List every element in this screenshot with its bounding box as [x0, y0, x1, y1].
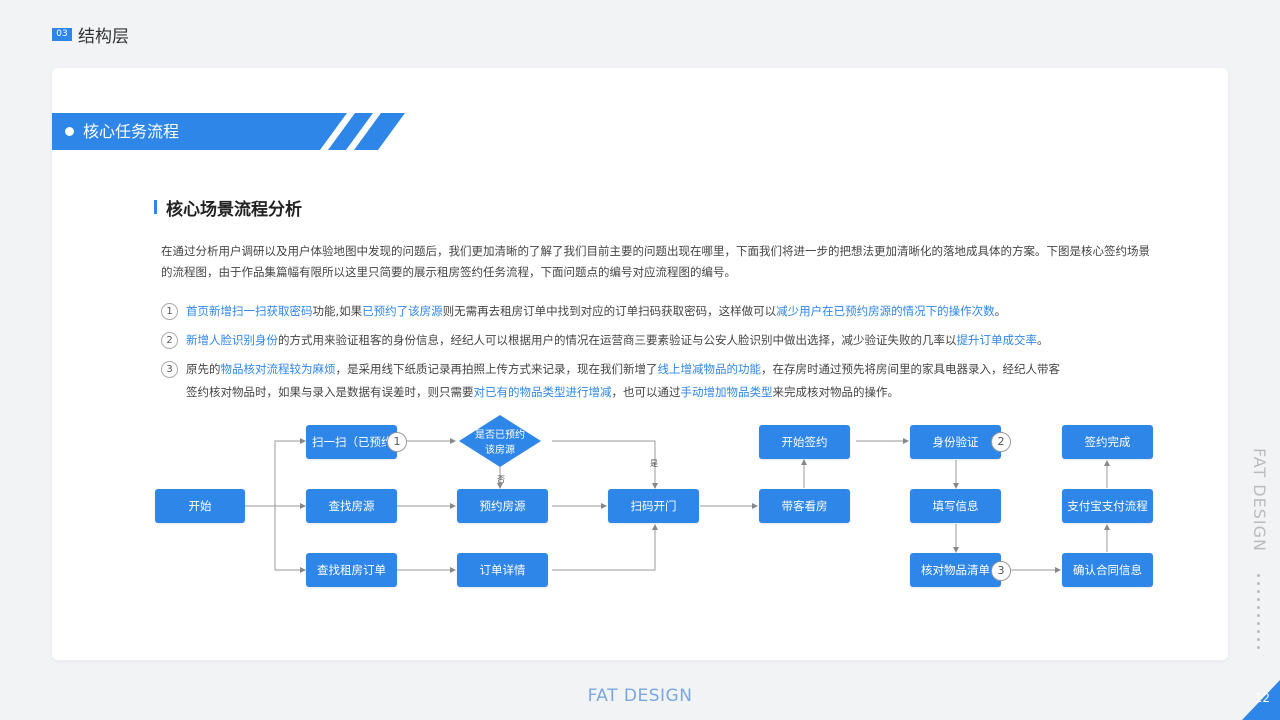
- decision-line-1: 是否已预约: [475, 430, 525, 441]
- highlight-text: 线上增减物品的功能: [657, 362, 762, 376]
- point-number: 2: [161, 332, 178, 349]
- body-text: ，也可以通过: [611, 385, 681, 399]
- body-text: 。: [1037, 333, 1049, 347]
- side-brand-text: FAT DESIGN: [1250, 448, 1269, 552]
- flow-reserve: 预约房源: [457, 489, 548, 523]
- banner-dot: [65, 127, 74, 136]
- flow-order-detail: 订单详情: [457, 553, 548, 587]
- highlight-text: 物品核对流程较为麻烦: [220, 362, 336, 376]
- section-number: 03: [52, 27, 72, 41]
- flow-scan-open: 扫码开门: [608, 489, 699, 523]
- flow-fill-info: 填写信息: [910, 489, 1001, 523]
- flow-search-order: 查找租房订单: [306, 553, 397, 587]
- side-dots: [1257, 574, 1261, 654]
- flow-start: 开始: [155, 489, 245, 523]
- decision-line-2: 该房源: [485, 445, 515, 456]
- flow-alipay: 支付宝支付流程: [1062, 489, 1153, 523]
- no-label: 否: [497, 475, 505, 484]
- highlight-text: 对已有的物品类型进行增减: [473, 385, 612, 399]
- flow-scan: 扫一扫（已预约）: [306, 425, 397, 459]
- body-text: ，是采用线下纸质记录再拍照上传方式来记录，现在我们新增了: [335, 362, 658, 376]
- body-text: 的方式用来验证租客的身份信息，经纪人可以根据用户的情况在运营商三要素验证与公安人…: [278, 333, 957, 347]
- body-text: 功能,如果: [312, 304, 363, 318]
- body-text: 则无需再去租房订单中找到对应的订单扫码获取密码，这样做可以: [442, 304, 777, 318]
- highlight-text: 提升订单成交率: [956, 333, 1038, 347]
- highlight-text: 首页新增扫一扫获取密码: [186, 304, 313, 318]
- highlight-text: 已预约了该房源: [362, 304, 443, 318]
- intro-paragraph: 在通过分析用户调研以及用户体验地图中发现的问题后，我们更加清晰的了解了我们目前主…: [161, 244, 1150, 279]
- flow-start-sign: 开始签约: [759, 425, 850, 459]
- page-number: 12: [1254, 691, 1270, 705]
- highlight-text: 减少用户在已预约房源的情况下的操作次数: [776, 304, 995, 318]
- yes-label: 是: [650, 459, 658, 468]
- flow-sign-done: 签约完成: [1062, 425, 1153, 459]
- subsection-title: 核心场景流程分析: [166, 199, 302, 220]
- highlight-text: 手动增加物品类型: [680, 385, 773, 399]
- flow-badge-3: 3: [991, 561, 1011, 581]
- section-title: 结构层: [78, 26, 129, 47]
- point-text: 原先的物品核对流程较为麻烦，是采用线下纸质记录再拍照上传方式来记录，现在我们新增…: [186, 358, 1061, 404]
- highlight-text: 新增人脸识别身份: [186, 333, 278, 347]
- subsection-heading: 核心场景流程分析: [154, 197, 302, 220]
- point-text: 新增人脸识别身份的方式用来验证租客的身份信息，经纪人可以根据用户的情况在运营商三…: [186, 329, 1061, 352]
- body-text: 原先的: [186, 362, 221, 376]
- point-number: 1: [161, 303, 178, 320]
- section-header: 03 结构层: [52, 22, 129, 47]
- flow-confirm-contract: 确认合同信息: [1062, 553, 1153, 587]
- flow-show-house: 带客看房: [759, 489, 850, 523]
- point-text: 首页新增扫一扫获取密码功能,如果已预约了该房源则无需再去租房订单中找到对应的订单…: [186, 300, 1061, 323]
- footer-brand: FAT DESIGN: [587, 686, 693, 706]
- body-text: 。: [994, 304, 1007, 318]
- flow-badge-2: 2: [991, 432, 1011, 452]
- flow-identity: 身份验证: [910, 425, 1001, 459]
- banner-title: 核心任务流程: [83, 122, 180, 141]
- decision-text: 是否已预约 该房源: [460, 425, 540, 461]
- point-1: 1 首页新增扫一扫获取密码功能,如果已预约了该房源则无需再去租房订单中找到对应的…: [161, 300, 1061, 323]
- point-number: 3: [161, 361, 178, 378]
- point-3: 3 原先的物品核对流程较为麻烦，是采用线下纸质记录再拍照上传方式来记录，现在我们…: [161, 358, 1061, 404]
- flow-badge-1: 1: [387, 432, 407, 452]
- flow-search-house: 查找房源: [306, 489, 397, 523]
- point-2: 2 新增人脸识别身份的方式用来验证租客的身份信息，经纪人可以根据用户的情况在运营…: [161, 329, 1061, 352]
- body-text: 来完成核对物品的操作。: [772, 385, 900, 399]
- flow-check-items: 核对物品清单: [910, 553, 1001, 587]
- subsection-bar: [154, 200, 157, 214]
- banner: 核心任务流程: [52, 113, 412, 150]
